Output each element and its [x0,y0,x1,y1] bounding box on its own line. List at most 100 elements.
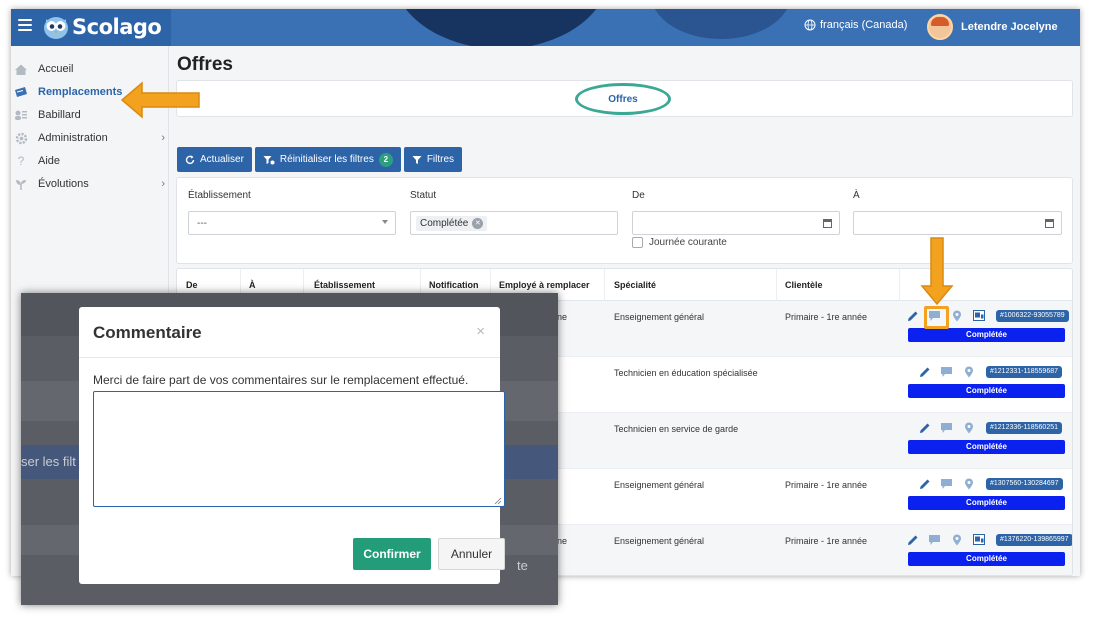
edit-pencil-icon[interactable] [918,421,931,434]
location-pin-icon[interactable] [962,477,975,490]
location-pin-icon[interactable] [950,533,963,546]
from-date-input[interactable] [632,211,840,235]
refresh-icon [185,155,195,164]
comment-icon[interactable] [940,365,953,378]
top-bar: Scolago français (Canada) Letendre Jocel… [11,9,1080,46]
edit-pencil-icon[interactable] [918,477,931,490]
column-header-specialite[interactable]: Spécialité [614,280,656,290]
cancel-button[interactable]: Annuler [438,538,505,570]
comment-icon[interactable] [928,533,941,546]
comment-textarea[interactable] [93,391,505,507]
sidebar-item-administration[interactable]: Administration › [11,128,169,148]
column-divider [776,269,777,301]
decorative-blob [651,9,791,39]
orange-arrow-down-icon [920,237,954,306]
status-label: Statut [410,190,437,201]
confirm-button[interactable]: Confirmer [353,538,431,570]
edit-pencil-icon[interactable] [906,309,919,322]
sidebar-item-label: Babillard [38,109,81,121]
status-button[interactable]: Complétée [908,440,1065,454]
status-button[interactable]: Complétée [908,328,1065,342]
agenda-icon[interactable] [972,309,985,322]
cell-speciality: Enseignement général [614,480,705,490]
comment-icon[interactable] [940,477,953,490]
tab-offres[interactable]: Offres [575,83,671,115]
resize-handle-icon[interactable] [494,497,502,505]
chevron-right-icon: › [161,132,165,144]
comment-icon[interactable] [940,421,953,434]
dialog-message: Merci de faire part de vos commentaires … [93,373,469,387]
sidebar-item-aide[interactable]: ? Aide [11,151,169,171]
home-icon [14,62,28,76]
refresh-label: Actualiser [200,154,244,165]
avatar [927,14,953,40]
sidebar-item-label: Administration [38,132,108,144]
agenda-icon[interactable] [972,533,985,546]
gear-icon [14,131,28,145]
checkbox[interactable] [632,237,643,248]
filters-label: Filtres [426,154,455,165]
language-selector[interactable]: français (Canada) [804,19,907,31]
cell-speciality: Technicien en éducation spécialisée [614,368,758,378]
offer-id-badge[interactable]: #1376220-139865997 [996,533,1072,546]
cell-clientele: Primaire - 1re année [785,536,868,546]
user-name: Letendre Jocelyne [961,21,1058,33]
close-icon[interactable]: × [476,323,485,340]
offer-id-badge[interactable]: #1212331-118559687 [986,365,1062,378]
location-pin-icon[interactable] [962,421,975,434]
calendar-icon[interactable] [1045,219,1054,228]
location-pin-icon[interactable] [962,365,975,378]
edit-pencil-icon[interactable] [918,365,931,378]
status-select[interactable]: Complétée ✕ [410,211,618,235]
to-label: À [853,190,860,201]
help-icon: ? [17,154,25,168]
menu-icon[interactable] [18,19,32,33]
edit-pencil-icon[interactable] [906,533,919,546]
filter-icon [412,155,422,164]
refresh-button[interactable]: Actualiser [177,147,252,172]
offer-id-badge[interactable]: #1212336-118560251 [986,421,1062,434]
column-header-notification[interactable]: Notification [429,280,479,290]
overlay-partial-text: te [517,558,528,573]
user-menu[interactable]: Letendre Jocelyne [927,14,1058,40]
remove-chip-icon[interactable]: ✕ [472,218,484,229]
establishment-value: --- [197,217,207,229]
status-button[interactable]: Complétée [908,384,1065,398]
filters-button[interactable]: Filtres [403,147,463,172]
sidebar-item-label: Remplacements [38,86,123,98]
column-header-a[interactable]: À [249,280,256,290]
caret-down-icon [382,220,388,224]
offer-id-badge[interactable]: #1006322-93055789 [996,309,1069,322]
dialog-divider [79,357,500,358]
owl-logo-icon[interactable] [43,14,69,40]
to-date-input[interactable] [853,211,1062,235]
sidebar-item-label: Évolutions [38,178,89,190]
column-header-employe[interactable]: Employé à remplacer [499,280,590,290]
establishment-select[interactable]: --- [188,211,396,235]
status-button[interactable]: Complétée [908,552,1065,566]
dialog-title: Commentaire [93,323,202,342]
sidebar-item-label: Accueil [38,63,74,75]
brand-name[interactable]: Scolago [72,15,162,39]
location-pin-icon[interactable] [950,309,963,322]
cell-speciality: Enseignement général [614,312,705,322]
column-header-clientele[interactable]: Clientèle [785,280,823,290]
sidebar-item-label: Aide [38,155,61,167]
replacement-icon [14,85,28,99]
reset-filters-button[interactable]: Réinitialiser les filtres 2 [254,147,401,172]
column-header-de[interactable]: De [186,280,198,290]
status-button[interactable]: Complétée [908,496,1065,510]
current-day-checkbox[interactable]: Journée courante [632,237,727,248]
offer-id-badge[interactable]: #1307560-130284697 [986,477,1063,490]
cell-clientele: Primaire - 1re année [785,312,868,322]
stage: Scolago français (Canada) Letendre Jocel… [0,0,1097,618]
calendar-icon[interactable] [823,219,832,228]
row-actions: #1212331-118559687 [918,365,1062,378]
column-divider [604,269,605,301]
board-icon [14,108,28,122]
row-actions: #1212336-118560251 [918,421,1062,434]
decorative-blob [391,9,611,46]
column-header-etablissement[interactable]: Établissement [314,280,375,290]
sidebar-item-evolutions[interactable]: Évolutions › [11,174,169,194]
sidebar-item-accueil[interactable]: Accueil [11,59,169,79]
